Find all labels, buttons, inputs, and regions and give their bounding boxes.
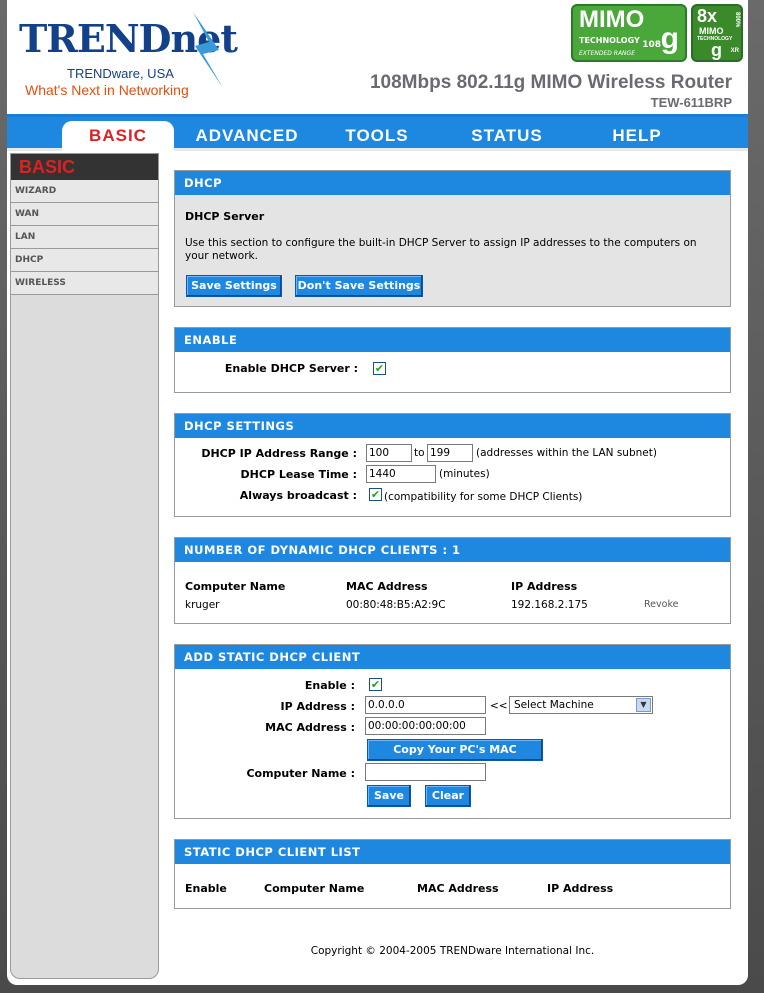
sidebar: BASIC WIZARD WAN LAN DHCP WIRELESS xyxy=(10,153,159,979)
always-broadcast-checkbox[interactable]: ✔ xyxy=(369,488,382,501)
model-number: TEW-611BRP xyxy=(650,95,732,110)
column-header: Computer Name xyxy=(185,580,286,593)
enable-dhcp-label: Enable DHCP Server : xyxy=(224,362,358,375)
lease-time-input[interactable]: 1440 xyxy=(366,465,436,483)
column-header: Computer Name xyxy=(264,882,365,895)
static-name-label: Computer Name : xyxy=(246,767,355,780)
copy-mac-button[interactable]: Copy Your PC's MAC Address xyxy=(367,739,543,776)
section-heading: ENABLE xyxy=(175,328,730,352)
header: TRENDnet TRENDware, USA What's Next in N… xyxy=(7,0,748,117)
static-clear-button[interactable]: Clear xyxy=(425,785,471,807)
section-heading: STATIC DHCP CLIENT LIST xyxy=(175,840,730,864)
broadcast-hint: (compatibility for some DHCP Clients) xyxy=(384,491,583,503)
range-end-input[interactable]: 199 xyxy=(427,444,473,462)
lease-time-hint: (minutes) xyxy=(439,468,490,480)
8x-mimo-badge-logo: 8x MIMO TECHNOLOGY g XR 800% xyxy=(691,4,743,62)
chevron-down-icon: ▼ xyxy=(636,698,651,712)
tagline: What's Next in Networking xyxy=(25,82,189,98)
static-mac-label: MAC Address : xyxy=(265,721,355,734)
select-machine-dropdown[interactable]: Select Machine ▼ xyxy=(509,696,653,714)
column-header: IP Address xyxy=(511,580,578,593)
section-heading: DHCP xyxy=(175,171,730,195)
column-header: MAC Address xyxy=(346,580,428,593)
range-hint: (addresses within the LAN subnet) xyxy=(476,447,657,459)
dhcp-settings-panel: DHCP SETTINGS DHCP IP Address Range : 10… xyxy=(174,413,731,517)
enable-panel: ENABLE Enable DHCP Server : ✔ xyxy=(174,327,731,393)
static-client-list-panel: STATIC DHCP CLIENT LIST Enable Computer … xyxy=(174,839,731,909)
product-title: 108Mbps 802.11g MIMO Wireless Router xyxy=(369,72,732,93)
browser-frame: TRENDnet TRENDware, USA What's Next in N… xyxy=(0,0,764,993)
static-enable-label: Enable : xyxy=(304,679,355,692)
mimo-badge-logo: MIMO TECHNOLOGY EXTENDED RANGE 108 g xyxy=(571,4,687,62)
company-name: TRENDware, USA xyxy=(67,66,174,81)
ip-range-label: DHCP IP Address Range : xyxy=(201,447,357,460)
section-heading: DHCP SETTINGS xyxy=(175,414,730,438)
copy-arrow-text: << xyxy=(490,700,508,712)
select-machine-value: Select Machine xyxy=(514,699,594,711)
client-name: kruger xyxy=(185,599,220,611)
sidebar-item-wireless[interactable]: WIRELESS xyxy=(11,272,158,295)
section-heading: ADD STATIC DHCP CLIENT xyxy=(175,645,730,669)
range-start-input[interactable]: 100 xyxy=(366,444,412,462)
tab-advanced[interactable]: ADVANCED xyxy=(185,121,309,151)
always-broadcast-label: Always broadcast : xyxy=(239,489,357,502)
copyright: Copyright © 2004-2005 TRENDware Internat… xyxy=(310,945,595,957)
tab-help[interactable]: HELP xyxy=(589,121,685,151)
main-nav: BASIC ADVANCED TOOLS STATUS HELP xyxy=(7,117,748,151)
static-enable-checkbox[interactable]: ✔ xyxy=(369,678,382,691)
range-to-text: to xyxy=(414,447,425,459)
static-save-button[interactable]: Save xyxy=(367,785,411,807)
column-header: MAC Address xyxy=(417,882,499,895)
lease-time-label: DHCP Lease Time : xyxy=(240,468,357,481)
dhcp-server-title: DHCP Server xyxy=(185,210,265,223)
add-static-client-panel: ADD STATIC DHCP CLIENT Enable : ✔ IP Add… xyxy=(174,644,731,819)
column-header: Enable xyxy=(185,882,227,895)
tab-basic[interactable]: BASIC xyxy=(62,121,174,151)
sidebar-item-lan[interactable]: LAN xyxy=(11,226,158,249)
column-header: IP Address xyxy=(547,882,614,895)
save-settings-button[interactable]: Save Settings xyxy=(186,275,282,297)
logo-bolt-icon xyxy=(193,12,223,88)
static-mac-input[interactable]: 00:00:00:00:00:00 xyxy=(365,717,486,735)
dont-save-settings-button[interactable]: Don't Save Settings xyxy=(295,275,423,297)
dynamic-clients-panel: NUMBER OF DYNAMIC DHCP CLIENTS : 1 Compu… xyxy=(174,537,731,624)
sidebar-item-wizard[interactable]: WIZARD xyxy=(11,180,158,203)
static-name-input[interactable] xyxy=(365,763,486,781)
static-ip-input[interactable]: 0.0.0.0 xyxy=(365,696,486,714)
dhcp-intro-panel: DHCP DHCP Server Use this section to con… xyxy=(174,170,731,307)
sidebar-title: BASIC xyxy=(11,154,158,180)
revoke-link[interactable]: Revoke xyxy=(644,599,678,610)
client-ip: 192.168.2.175 xyxy=(511,599,588,611)
page: TRENDnet TRENDware, USA What's Next in N… xyxy=(7,0,748,985)
section-heading: NUMBER OF DYNAMIC DHCP CLIENTS : 1 xyxy=(175,538,730,562)
tab-status[interactable]: STATUS xyxy=(455,121,559,151)
client-mac: 00:80:48:B5:A2:9C xyxy=(346,599,446,611)
sidebar-item-dhcp[interactable]: DHCP xyxy=(11,249,158,272)
tab-tools[interactable]: TOOLS xyxy=(327,121,427,151)
enable-dhcp-checkbox[interactable]: ✔ xyxy=(373,362,386,375)
dhcp-description: Use this section to configure the built-… xyxy=(185,237,697,262)
sidebar-item-wan[interactable]: WAN xyxy=(11,203,158,226)
static-ip-label: IP Address : xyxy=(280,700,355,713)
